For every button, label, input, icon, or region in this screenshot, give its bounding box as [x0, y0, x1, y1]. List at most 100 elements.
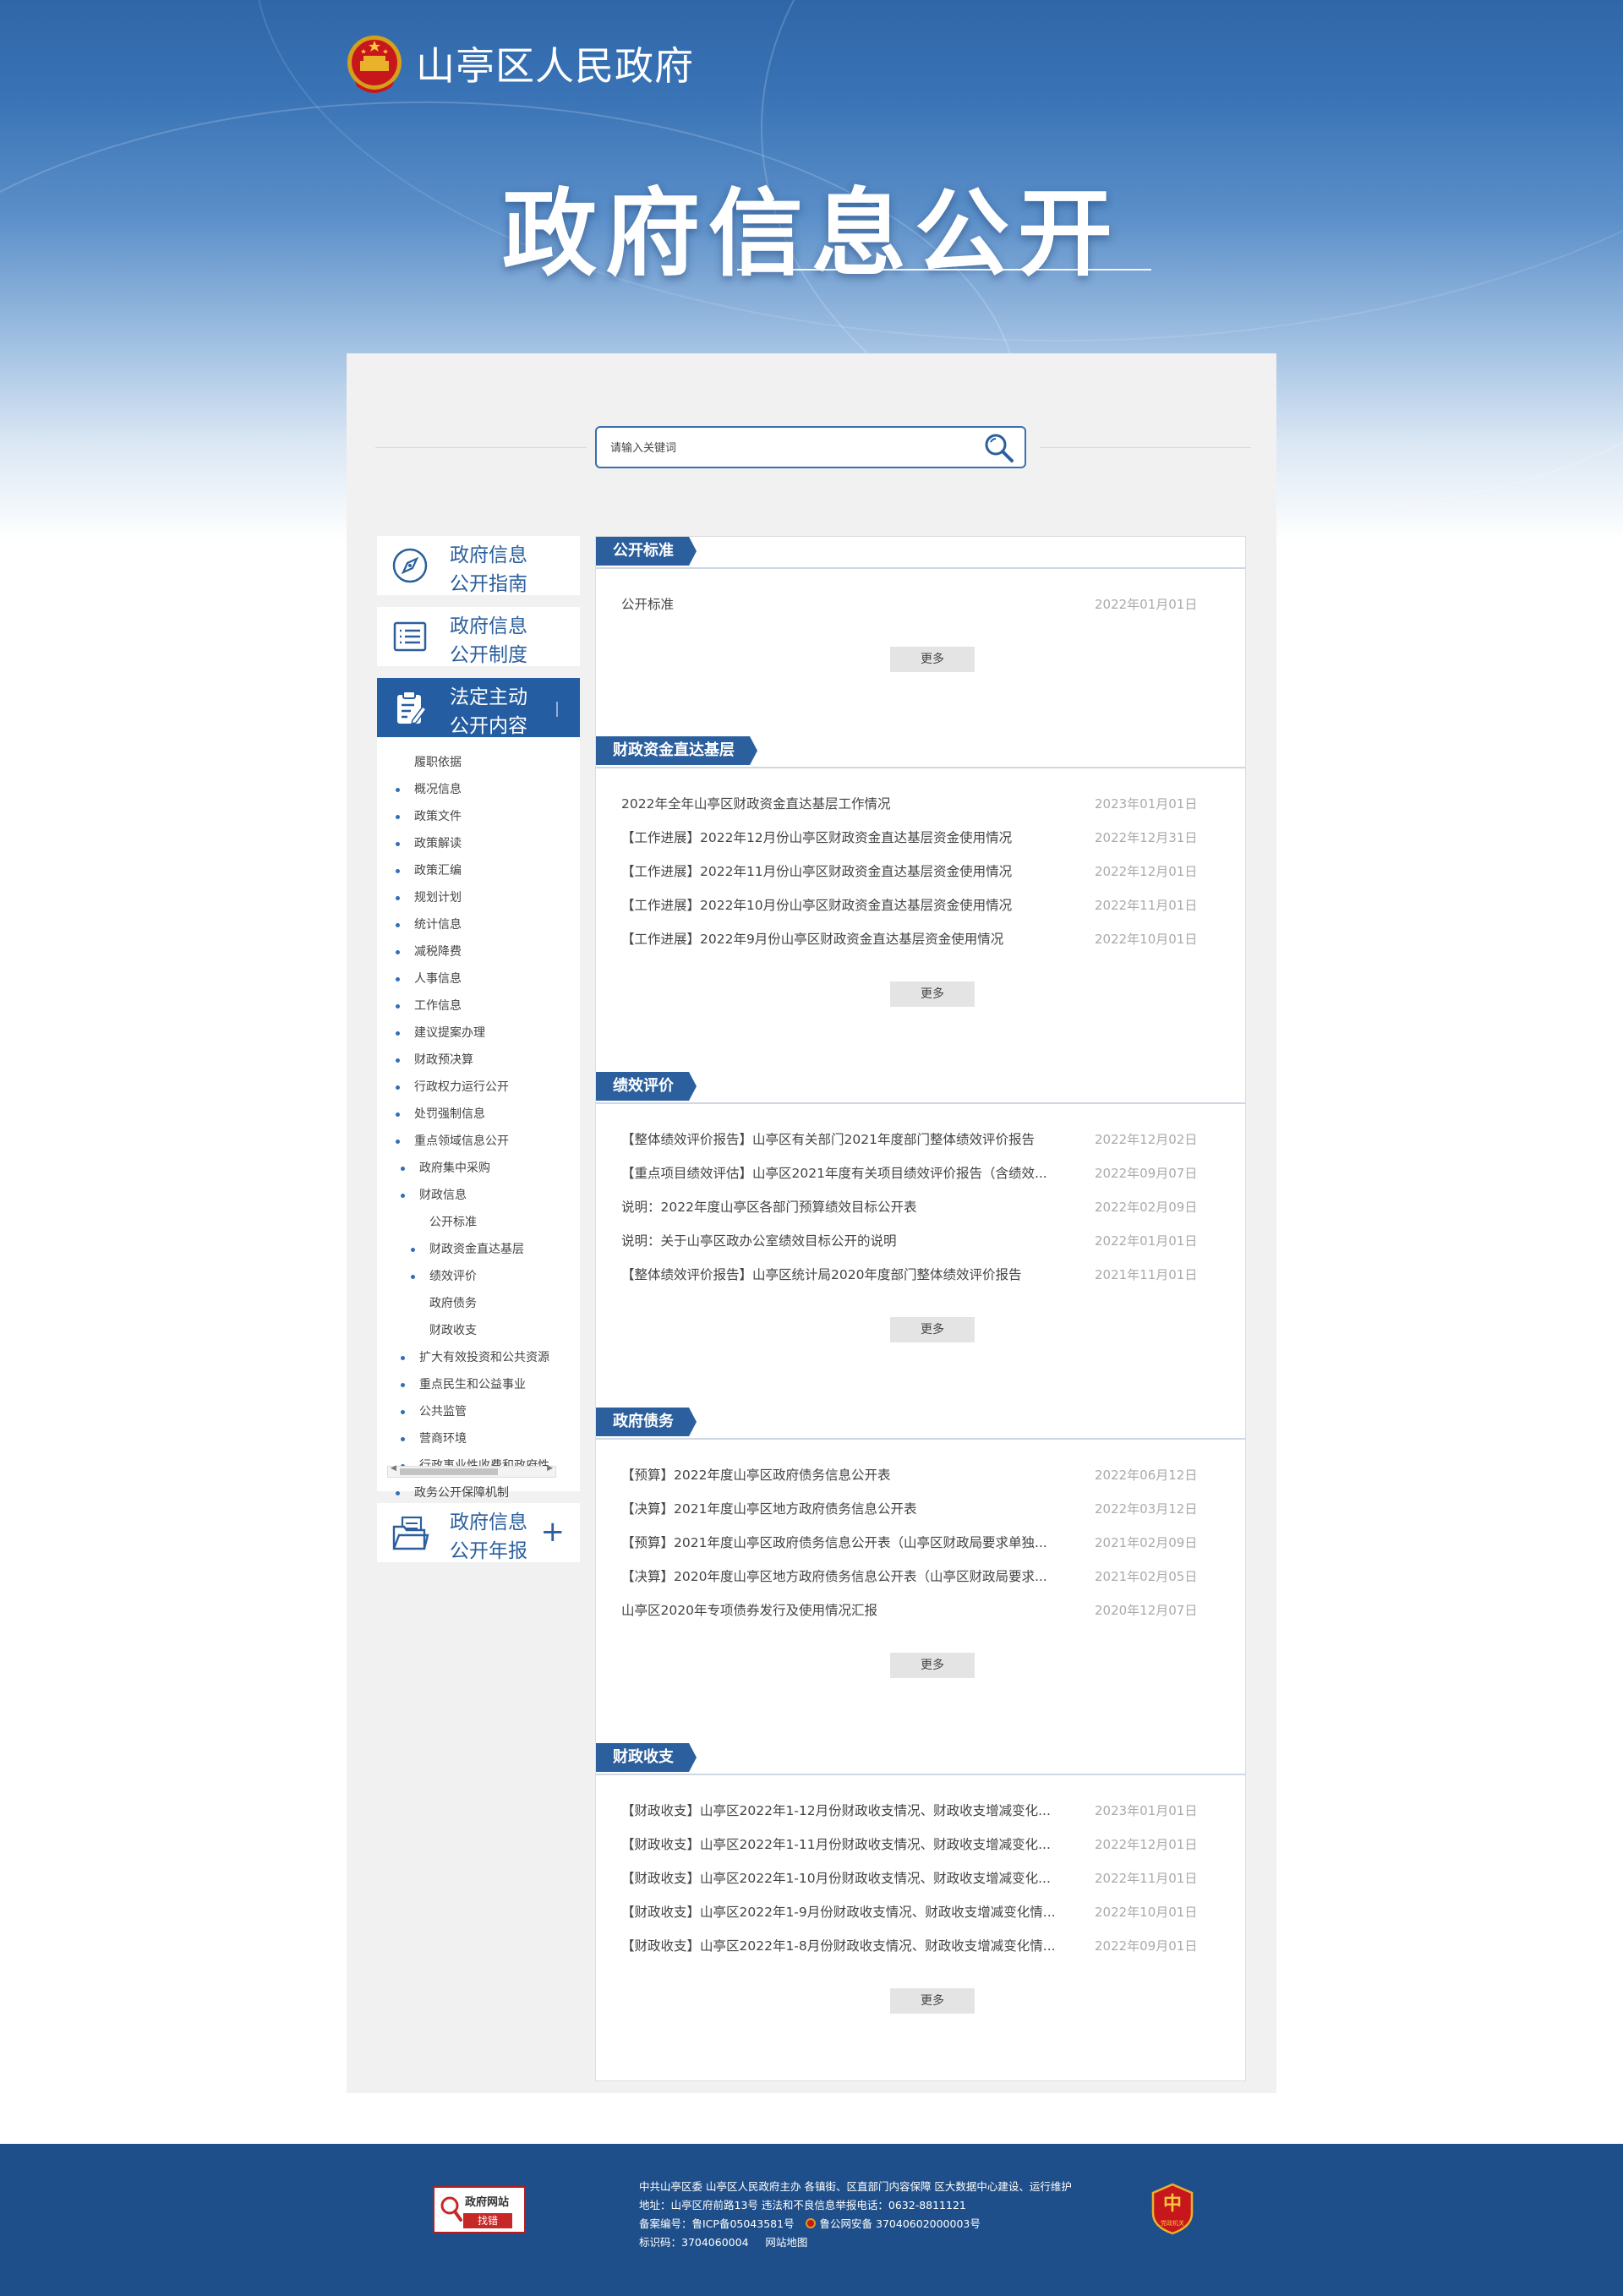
- tree-item[interactable]: 绩效评价: [377, 1263, 580, 1290]
- scrollbar-thumb[interactable]: [400, 1468, 498, 1475]
- article-item[interactable]: 【预算】2021年度山亭区政府债务信息公开表（山亭区财政局要求单独... 2021…: [621, 1526, 1213, 1560]
- tree-item[interactable]: 统计信息: [377, 911, 580, 938]
- more-button[interactable]: 更多: [890, 981, 975, 1007]
- article-item[interactable]: 【整体绩效评价报告】山亭区统计局2020年度部门整体绩效评价报告 2021年11月…: [621, 1258, 1213, 1292]
- article-item[interactable]: 说明：关于山亭区政办公室绩效目标公开的说明 2022年01月01日: [621, 1224, 1213, 1258]
- article-item[interactable]: 【重点项目绩效评估】山亭区2021年度有关项目绩效评价报告（含绩效... 2022…: [621, 1156, 1213, 1190]
- gov-site-error-report-badge[interactable]: 政府网站 找错: [433, 2186, 526, 2233]
- tree-item[interactable]: 财政预决算: [377, 1047, 580, 1074]
- article-item[interactable]: 【财政收支】山亭区2022年1-9月份财政收支情况、财政收支增减变化情... 20…: [621, 1895, 1213, 1929]
- article-date: 2022年06月12日: [1095, 1468, 1198, 1483]
- article-title[interactable]: 说明：关于山亭区政办公室绩效目标公开的说明: [621, 1224, 1061, 1258]
- sidebar: 政府信息 公开指南 政府信息 公开制度 法定主动 公开内容 履职依据 概况信息 …: [377, 536, 580, 1574]
- tree-item[interactable]: 政府债务: [377, 1290, 580, 1317]
- more-button[interactable]: 更多: [890, 1317, 975, 1342]
- article-item[interactable]: 【财政收支】山亭区2022年1-10月份财政收支情况、财政收支增减变化... 20…: [621, 1861, 1213, 1895]
- party-gov-org-badge[interactable]: 中 党政机关: [1150, 2183, 1195, 2235]
- tree-item[interactable]: 政策解读: [377, 830, 580, 857]
- tree-item[interactable]: 概况信息: [377, 776, 580, 803]
- tree-item[interactable]: 人事信息: [377, 965, 580, 992]
- article-title[interactable]: 公开标准: [621, 588, 1061, 621]
- sidebar-item-statutory-content[interactable]: 法定主动 公开内容: [377, 678, 580, 737]
- article-item[interactable]: 【财政收支】山亭区2022年1-11月份财政收支情况、财政收支增减变化... 20…: [621, 1828, 1213, 1861]
- tree-item[interactable]: 营商环境: [377, 1425, 580, 1452]
- search-input[interactable]: [609, 435, 967, 462]
- section-title[interactable]: 政府债务: [596, 1408, 697, 1436]
- expand-plus-icon[interactable]: +: [541, 1515, 566, 1549]
- article-title[interactable]: 【财政收支】山亭区2022年1-11月份财政收支情况、财政收支增减变化...: [621, 1828, 1061, 1861]
- article-title[interactable]: 【预算】2022年度山亭区政府债务信息公开表: [621, 1458, 1061, 1492]
- scroll-left-arrow-icon[interactable]: ◀: [391, 1464, 396, 1473]
- tree-item[interactable]: 处罚强制信息: [377, 1101, 580, 1128]
- article-title[interactable]: 【工作进展】2022年9月份山亭区财政资金直达基层资金使用情况: [621, 922, 1061, 956]
- article-item[interactable]: 【整体绩效评价报告】山亭区有关部门2021年度部门整体绩效评价报告 2022年12…: [621, 1123, 1213, 1156]
- article-item[interactable]: 【预算】2022年度山亭区政府债务信息公开表 2022年06月12日: [621, 1458, 1213, 1492]
- article-title[interactable]: 2022年全年山亭区财政资金直达基层工作情况: [621, 787, 1061, 821]
- article-title[interactable]: 【决算】2021年度山亭区地方政府债务信息公开表: [621, 1492, 1061, 1526]
- article-title[interactable]: 【重点项目绩效评估】山亭区2021年度有关项目绩效评价报告（含绩效...: [621, 1156, 1061, 1190]
- section-title[interactable]: 公开标准: [596, 537, 697, 566]
- article-title[interactable]: 【整体绩效评价报告】山亭区有关部门2021年度部门整体绩效评价报告: [621, 1123, 1061, 1156]
- public-security-link[interactable]: 鲁公网安备 37040602000003号: [820, 2217, 981, 2230]
- article-title[interactable]: 【财政收支】山亭区2022年1-9月份财政收支情况、财政收支增减变化情...: [621, 1895, 1061, 1929]
- sidebar-item-guide[interactable]: 政府信息 公开指南: [377, 536, 580, 595]
- article-item[interactable]: 【决算】2021年度山亭区地方政府债务信息公开表 2022年03月12日: [621, 1492, 1213, 1526]
- sitemap-link[interactable]: 网站地图: [765, 2236, 807, 2249]
- tree-item[interactable]: 减税降费: [377, 938, 580, 965]
- more-button[interactable]: 更多: [890, 1988, 975, 2014]
- article-item[interactable]: 2022年全年山亭区财政资金直达基层工作情况 2023年01月01日: [621, 787, 1213, 821]
- tree-item[interactable]: 财政信息: [377, 1182, 580, 1209]
- scroll-right-arrow-icon[interactable]: ▶: [547, 1464, 553, 1473]
- article-item[interactable]: 【工作进展】2022年10月份山亭区财政资金直达基层资金使用情况 2022年11月…: [621, 888, 1213, 922]
- search-icon[interactable]: [982, 431, 1016, 465]
- article-title[interactable]: 【财政收支】山亭区2022年1-12月份财政收支情况、财政收支增减变化...: [621, 1794, 1061, 1828]
- tree-item[interactable]: 重点领域信息公开: [377, 1128, 580, 1155]
- divider: [375, 447, 587, 448]
- tree-item[interactable]: 公共监管: [377, 1398, 580, 1425]
- tree-item[interactable]: 履职依据: [377, 749, 580, 776]
- section-title[interactable]: 财政资金直达基层: [596, 736, 757, 765]
- article-title[interactable]: 【预算】2021年度山亭区政府债务信息公开表（山亭区财政局要求单独...: [621, 1526, 1061, 1560]
- tree-item[interactable]: 政策汇编: [377, 857, 580, 884]
- tree-item[interactable]: 财政资金直达基层: [377, 1236, 580, 1263]
- article-date: 2023年01月01日: [1095, 796, 1198, 812]
- article-title[interactable]: 【财政收支】山亭区2022年1-8月份财政收支情况、财政收支增减变化情...: [621, 1929, 1061, 1963]
- article-item[interactable]: 【决算】2020年度山亭区地方政府债务信息公开表（山亭区财政局要求... 2021…: [621, 1560, 1213, 1594]
- article-title[interactable]: 说明：2022年度山亭区各部门预算绩效目标公开表: [621, 1190, 1061, 1224]
- tree-item[interactable]: 公开标准: [377, 1209, 580, 1236]
- horizontal-scrollbar[interactable]: ◀ ▶: [387, 1464, 556, 1478]
- tree-item[interactable]: 重点民生和公益事业: [377, 1371, 580, 1398]
- site-logo[interactable]: 山亭区人民政府: [345, 32, 694, 95]
- more-button[interactable]: 更多: [890, 647, 975, 672]
- article-title[interactable]: 【财政收支】山亭区2022年1-10月份财政收支情况、财政收支增减变化...: [621, 1861, 1061, 1895]
- icp-link[interactable]: 备案编号：鲁ICP备05043581号: [639, 2217, 795, 2230]
- sidebar-item-annual-report[interactable]: 政府信息 公开年报 +: [377, 1503, 580, 1562]
- article-title[interactable]: 【工作进展】2022年10月份山亭区财政资金直达基层资金使用情况: [621, 888, 1061, 922]
- article-title[interactable]: 【工作进展】2022年11月份山亭区财政资金直达基层资金使用情况: [621, 855, 1061, 888]
- article-item[interactable]: 【工作进展】2022年9月份山亭区财政资金直达基层资金使用情况 2022年10月0…: [621, 922, 1213, 956]
- article-item[interactable]: 公开标准 2022年01月01日: [621, 588, 1213, 621]
- article-item[interactable]: 【工作进展】2022年12月份山亭区财政资金直达基层资金使用情况 2022年12月…: [621, 821, 1213, 855]
- section-title[interactable]: 财政收支: [596, 1743, 697, 1772]
- article-item[interactable]: 说明：2022年度山亭区各部门预算绩效目标公开表 2022年02月09日: [621, 1190, 1213, 1224]
- tree-item[interactable]: 扩大有效投资和公共资源: [377, 1344, 580, 1371]
- article-title[interactable]: 山亭区2020年专项债券发行及使用情况汇报: [621, 1594, 1061, 1627]
- article-item[interactable]: 【财政收支】山亭区2022年1-8月份财政收支情况、财政收支增减变化情... 20…: [621, 1929, 1213, 1963]
- tree-item[interactable]: 规划计划: [377, 884, 580, 911]
- tree-item[interactable]: 财政收支: [377, 1317, 580, 1344]
- national-emblem-icon: [347, 36, 402, 93]
- article-item[interactable]: 山亭区2020年专项债券发行及使用情况汇报 2020年12月07日: [621, 1594, 1213, 1627]
- tree-item[interactable]: 政府集中采购: [377, 1155, 580, 1182]
- more-button[interactable]: 更多: [890, 1653, 975, 1678]
- article-item[interactable]: 【财政收支】山亭区2022年1-12月份财政收支情况、财政收支增减变化... 20…: [621, 1794, 1213, 1828]
- tree-item[interactable]: 行政权力运行公开: [377, 1074, 580, 1101]
- sidebar-item-system[interactable]: 政府信息 公开制度: [377, 607, 580, 666]
- article-title[interactable]: 【工作进展】2022年12月份山亭区财政资金直达基层资金使用情况: [621, 821, 1061, 855]
- article-item[interactable]: 【工作进展】2022年11月份山亭区财政资金直达基层资金使用情况 2022年12月…: [621, 855, 1213, 888]
- tree-item[interactable]: 政策文件: [377, 803, 580, 830]
- article-title[interactable]: 【决算】2020年度山亭区地方政府债务信息公开表（山亭区财政局要求...: [621, 1560, 1061, 1594]
- tree-item[interactable]: 建议提案办理: [377, 1020, 580, 1047]
- tree-item[interactable]: 工作信息: [377, 992, 580, 1020]
- section-title[interactable]: 绩效评价: [596, 1072, 697, 1101]
- article-title[interactable]: 【整体绩效评价报告】山亭区统计局2020年度部门整体绩效评价报告: [621, 1258, 1061, 1292]
